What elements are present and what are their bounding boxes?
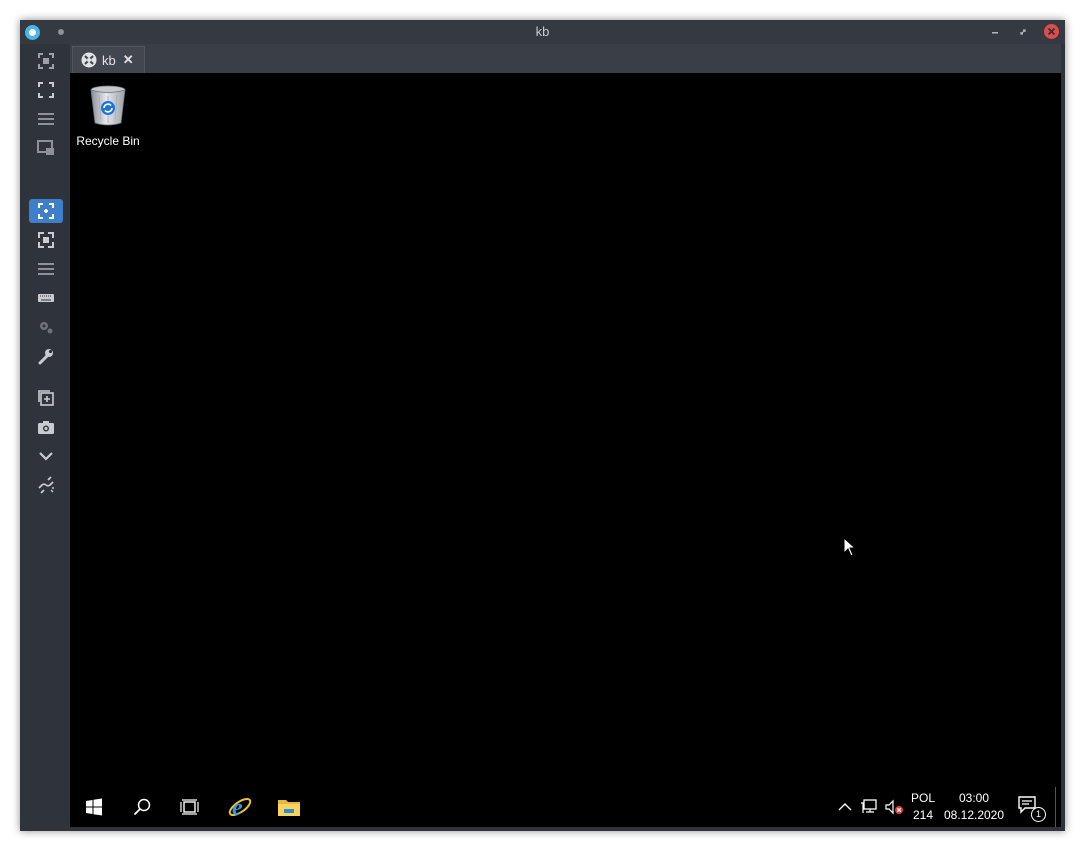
task-view-icon (180, 799, 199, 815)
tab-label: kb (102, 52, 116, 68)
menu-lines-icon (38, 263, 54, 275)
show-hidden-icons-button[interactable] (834, 787, 856, 827)
camera-icon (38, 421, 54, 434)
clock-date: 08.12.2020 (943, 808, 1005, 822)
disconnect-link-icon (38, 476, 54, 494)
restore-icon (1020, 29, 1026, 35)
network-tray-button[interactable] (858, 787, 880, 827)
tool-menu-2[interactable] (29, 257, 63, 281)
restore-button[interactable] (1015, 24, 1031, 40)
tool-selection-capture-active[interactable] (29, 199, 63, 223)
tab-kb[interactable]: kb ✕ (72, 46, 145, 73)
notification-count-badge: 1 (1031, 807, 1046, 822)
keyboard-icon (38, 294, 54, 302)
tool-new-window[interactable] (29, 386, 63, 410)
tool-selection-capture[interactable] (29, 49, 63, 73)
tool-disconnect[interactable] (29, 473, 63, 497)
mouse-cursor-icon (843, 537, 857, 557)
svg-text:e: e (232, 795, 243, 820)
language-code: POL (910, 791, 935, 805)
tool-screenshot[interactable] (29, 415, 63, 439)
taskbar: e POL 214 03:00 08.12.2020 1 (70, 787, 1061, 827)
action-center-button[interactable]: 1 (1014, 787, 1048, 827)
expand-icon (38, 232, 54, 248)
language-layout: 214 (912, 808, 933, 822)
taskbar-file-explorer[interactable] (265, 787, 313, 827)
desktop-icon-recycle-bin[interactable]: Recycle Bin (76, 83, 140, 148)
new-window-icon (38, 390, 54, 406)
search-button[interactable] (118, 787, 166, 827)
clock[interactable]: 03:00 08.12.2020 (944, 787, 1004, 827)
tool-settings[interactable] (29, 315, 63, 339)
internet-explorer-icon: e (228, 795, 252, 820)
tool-fullscreen[interactable] (29, 78, 63, 102)
tool-keyboard[interactable] (29, 286, 63, 310)
gears-icon (40, 322, 53, 334)
recycle-bin-label: Recycle Bin (76, 134, 140, 148)
remote-desktop-screen[interactable]: Recycle Bin e POL 214 03:00 08.12.2020 1 (70, 73, 1061, 827)
picture-in-picture-icon (37, 140, 54, 155)
menu-lines-icon (38, 113, 54, 125)
windows-start-icon (86, 798, 102, 816)
recycle-bin-icon (90, 85, 126, 126)
clock-time: 03:00 (958, 791, 990, 805)
tool-expand[interactable] (29, 228, 63, 252)
close-icon (1047, 27, 1056, 36)
network-icon (861, 799, 877, 813)
close-button[interactable] (1044, 24, 1059, 39)
tab-close-button[interactable]: ✕ (123, 52, 134, 68)
fullscreen-icon (38, 82, 54, 98)
chevron-up-icon (838, 803, 852, 811)
minimize-button[interactable] (987, 24, 1003, 40)
input-language-indicator[interactable]: POL 214 (906, 787, 940, 827)
selection-capture-icon (38, 53, 54, 69)
tool-menu[interactable] (29, 107, 63, 131)
selection-capture-icon (38, 203, 54, 219)
show-desktop-button[interactable] (1055, 787, 1056, 827)
volume-tray-button[interactable] (882, 787, 906, 827)
title-bar[interactable]: kb (20, 20, 1065, 44)
wrench-icon (38, 349, 53, 365)
remote-desktop-window: kb kb ✕ Recycle Bin e POL 214 03:00 08.1… (20, 20, 1065, 831)
taskbar-internet-explorer[interactable]: e (216, 787, 264, 827)
search-icon (133, 798, 151, 816)
start-button[interactable] (70, 787, 118, 827)
tool-wrench[interactable] (29, 344, 63, 368)
tool-collapse[interactable] (29, 444, 63, 468)
tab-bar: kb ✕ (70, 44, 1061, 74)
minimize-icon (992, 32, 998, 34)
window-title: kb (535, 24, 550, 39)
chevron-down-icon (39, 452, 53, 461)
tool-picture-in-picture[interactable] (29, 136, 63, 160)
sidebar-toolbar (20, 44, 70, 831)
volume-muted-icon (885, 799, 903, 815)
remote-session-icon (81, 52, 97, 68)
file-explorer-icon (278, 800, 300, 816)
task-view-button[interactable] (166, 787, 214, 827)
